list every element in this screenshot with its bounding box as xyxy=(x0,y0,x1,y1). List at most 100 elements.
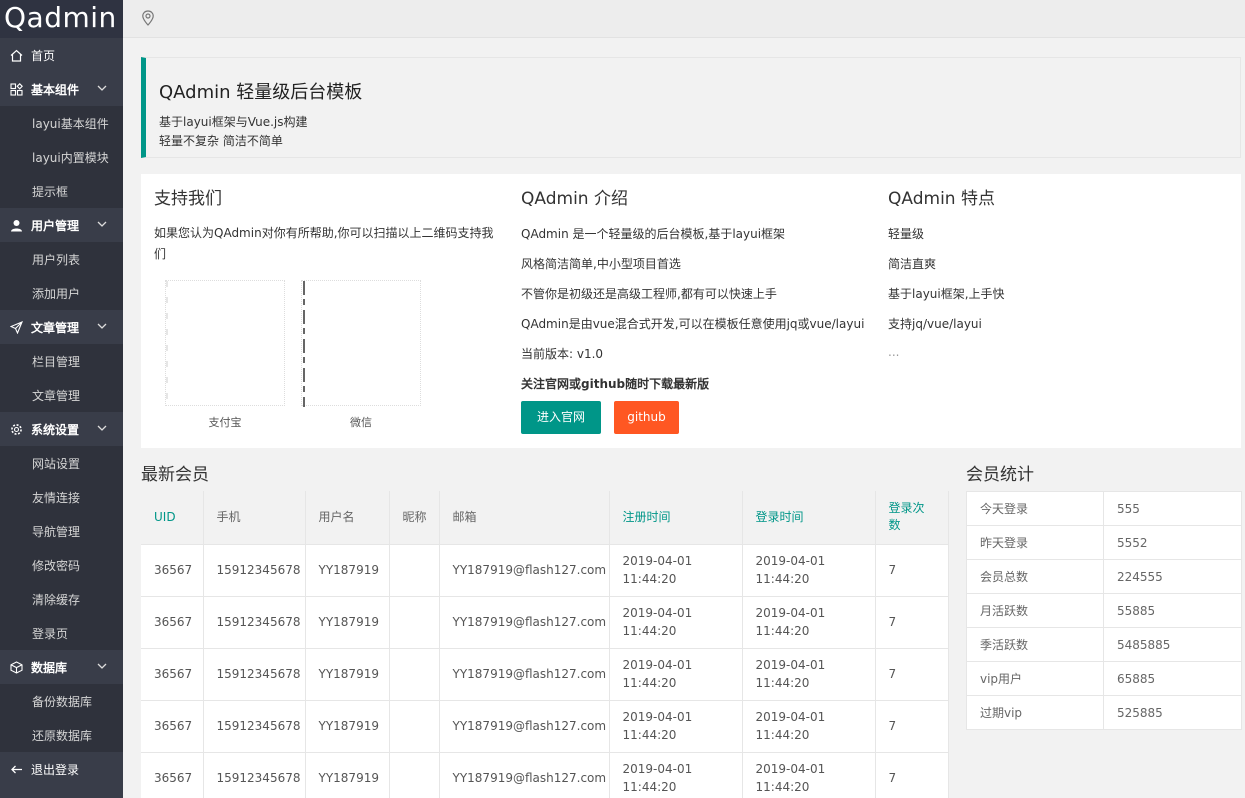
cell-login-time: 2019-04-01 11:44:20 xyxy=(742,596,876,649)
app-logo[interactable]: Qadmin xyxy=(0,0,123,38)
cell-login-time: 2019-04-01 11:44:20 xyxy=(742,648,876,701)
github-button[interactable]: github xyxy=(614,401,679,434)
sidebar-item-4[interactable]: 提示框 xyxy=(0,174,123,208)
col-login-time[interactable]: 登录时间 xyxy=(742,491,876,545)
table-row: 36567 15912345678 YY187919 YY187919@flash12… xyxy=(141,752,949,798)
feature-item-2: 简洁直爽 xyxy=(888,257,937,271)
top-bar xyxy=(123,0,1245,38)
cell-phone: 15912345678 xyxy=(203,752,306,798)
sidebar-item-21[interactable]: 退出登录 xyxy=(0,752,123,786)
col-login-count[interactable]: 登录次数 xyxy=(875,491,949,545)
chevron-down-icon[interactable] xyxy=(97,424,107,432)
sidebar-item-label: 系统设置 xyxy=(31,422,80,437)
sidebar-item-label: 数据库 xyxy=(31,660,68,675)
sidebar-item-0[interactable]: 首页 xyxy=(0,38,123,72)
stat-label: 过期vip xyxy=(966,695,1104,730)
sidebar-item-label: 基本组件 xyxy=(31,82,80,97)
stat-label: 会员总数 xyxy=(966,559,1104,594)
cell-register-time: 2019-04-01 11:44:20 xyxy=(609,544,743,597)
sidebar-item-5[interactable]: 用户管理 xyxy=(0,208,123,242)
cell-login-count: 7 xyxy=(875,700,949,753)
cell-phone: 15912345678 xyxy=(203,544,306,597)
table-row: 36567 15912345678 YY187919 YY187919@flash12… xyxy=(141,648,949,701)
sidebar-item-8[interactable]: 文章管理 xyxy=(0,310,123,344)
intro-line-3: 不管你是初级还是高级工程师,都有可以快速上手 xyxy=(521,287,777,301)
cell-login-count: 7 xyxy=(875,752,949,798)
cell-login-count: 7 xyxy=(875,648,949,701)
chevron-down-icon[interactable] xyxy=(97,322,107,330)
welcome-banner: QAdmin 轻量级后台模板 基于layui框架与Vue.js构建 轻量不复杂 … xyxy=(141,57,1241,158)
col-uid[interactable]: UID xyxy=(141,491,204,545)
cell-nickname xyxy=(389,596,440,649)
sidebar-item-label: 友情连接 xyxy=(32,490,81,505)
cell-uid: 36567 xyxy=(141,752,204,798)
cell-uid: 36567 xyxy=(141,544,204,597)
chevron-down-icon[interactable] xyxy=(97,662,107,670)
features-title: QAdmin 特点 xyxy=(888,189,995,209)
sidebar-item-7[interactable]: 添加用户 xyxy=(0,276,123,310)
sidebar-item-10[interactable]: 文章管理 xyxy=(0,378,123,412)
members-body: 36567 15912345678 YY187919 YY187919@flash12… xyxy=(141,544,949,798)
cell-email: YY187919@flash127.com xyxy=(439,700,610,753)
sidebar-item-16[interactable]: 清除缓存 xyxy=(0,582,123,616)
chevron-down-icon[interactable] xyxy=(97,220,107,228)
sidebar-item-6[interactable]: 用户列表 xyxy=(0,242,123,276)
sidebar-item-19[interactable]: 备份数据库 xyxy=(0,684,123,718)
col-register-time[interactable]: 注册时间 xyxy=(609,491,743,545)
sidebar-item-label: 还原数据库 xyxy=(32,728,93,743)
support-text: 如果您认为QAdmin对你有所帮助,你可以扫描以上二维码支持我们 xyxy=(154,226,494,261)
sidebar-item-14[interactable]: 导航管理 xyxy=(0,514,123,548)
cell-username: YY187919 xyxy=(305,648,390,701)
stat-row: 昨天登录 5552 xyxy=(966,525,1242,560)
cell-email: YY187919@flash127.com xyxy=(439,596,610,649)
sidebar-item-label: 修改密码 xyxy=(32,558,81,573)
table-row: 36567 15912345678 YY187919 YY187919@flash12… xyxy=(141,544,949,597)
sidebar-item-11[interactable]: 系统设置 xyxy=(0,412,123,446)
cell-login-count: 7 xyxy=(875,544,949,597)
stat-row: 今天登录 555 xyxy=(966,491,1242,526)
stat-row: 季活跃数 5485885 xyxy=(966,627,1242,662)
sidebar-item-2[interactable]: layui基本组件 xyxy=(0,106,123,140)
sidebar-item-17[interactable]: 登录页 xyxy=(0,616,123,650)
sidebar-item-label: 导航管理 xyxy=(32,524,81,539)
stat-label: 今天登录 xyxy=(966,491,1104,526)
sidebar-item-label: 退出登录 xyxy=(31,762,80,777)
cell-register-time: 2019-04-01 11:44:20 xyxy=(609,648,743,701)
stat-value: 5485885 xyxy=(1103,627,1242,662)
members-header-row: UID 手机 用户名 昵称 邮箱 注册时间 登录时间 登录次数 xyxy=(141,491,949,545)
visit-site-button[interactable]: 进入官网 xyxy=(521,401,601,434)
sidebar-item-3[interactable]: layui内置模块 xyxy=(0,140,123,174)
home-icon xyxy=(9,48,23,62)
members-table: UID 手机 用户名 昵称 邮箱 注册时间 登录时间 登录次数 36567 159… xyxy=(141,491,949,798)
sidebar-item-label: 栏目管理 xyxy=(32,354,81,369)
cell-username: YY187919 xyxy=(305,544,390,597)
sidebar-item-9[interactable]: 栏目管理 xyxy=(0,344,123,378)
sidebar-item-20[interactable]: 还原数据库 xyxy=(0,718,123,752)
sidebar-item-12[interactable]: 网站设置 xyxy=(0,446,123,480)
chevron-down-icon[interactable] xyxy=(97,84,107,92)
cell-uid: 36567 xyxy=(141,700,204,753)
wechat-caption: 微信 xyxy=(350,416,372,429)
sidebar-item-label: 备份数据库 xyxy=(32,694,93,709)
sidebar-item-label: 清除缓存 xyxy=(32,592,81,607)
sidebar-item-label: 用户管理 xyxy=(31,218,80,233)
cell-uid: 36567 xyxy=(141,648,204,701)
col-email: 邮箱 xyxy=(439,491,610,545)
feature-item-3: 基于layui框架,上手快 xyxy=(888,287,1005,301)
sidebar-item-1[interactable]: 基本组件 xyxy=(0,72,123,106)
cell-login-count: 7 xyxy=(875,596,949,649)
stat-value: 5552 xyxy=(1103,525,1242,560)
col-username: 用户名 xyxy=(305,491,390,545)
sidebar-item-15[interactable]: 修改密码 xyxy=(0,548,123,582)
qr-codes: 支付宝 微信 xyxy=(165,280,430,429)
location-icon[interactable] xyxy=(141,10,155,26)
cell-email: YY187919@flash127.com xyxy=(439,752,610,798)
sidebar-item-18[interactable]: 数据库 xyxy=(0,650,123,684)
feature-item-4: 支持jq/vue/layui xyxy=(888,317,982,331)
sidebar-item-13[interactable]: 友情连接 xyxy=(0,480,123,514)
alipay-qr-code xyxy=(165,280,289,407)
stats-body: 今天登录 555 昨天登录 5552 会员总数 224555 月活跃数 55885 季活跃数 54… xyxy=(966,491,1242,730)
cell-login-time: 2019-04-01 11:44:20 xyxy=(742,700,876,753)
cell-phone: 15912345678 xyxy=(203,596,306,649)
stats-table: 今天登录 555 昨天登录 5552 会员总数 224555 月活跃数 55885 季活跃数 54… xyxy=(966,491,1242,730)
